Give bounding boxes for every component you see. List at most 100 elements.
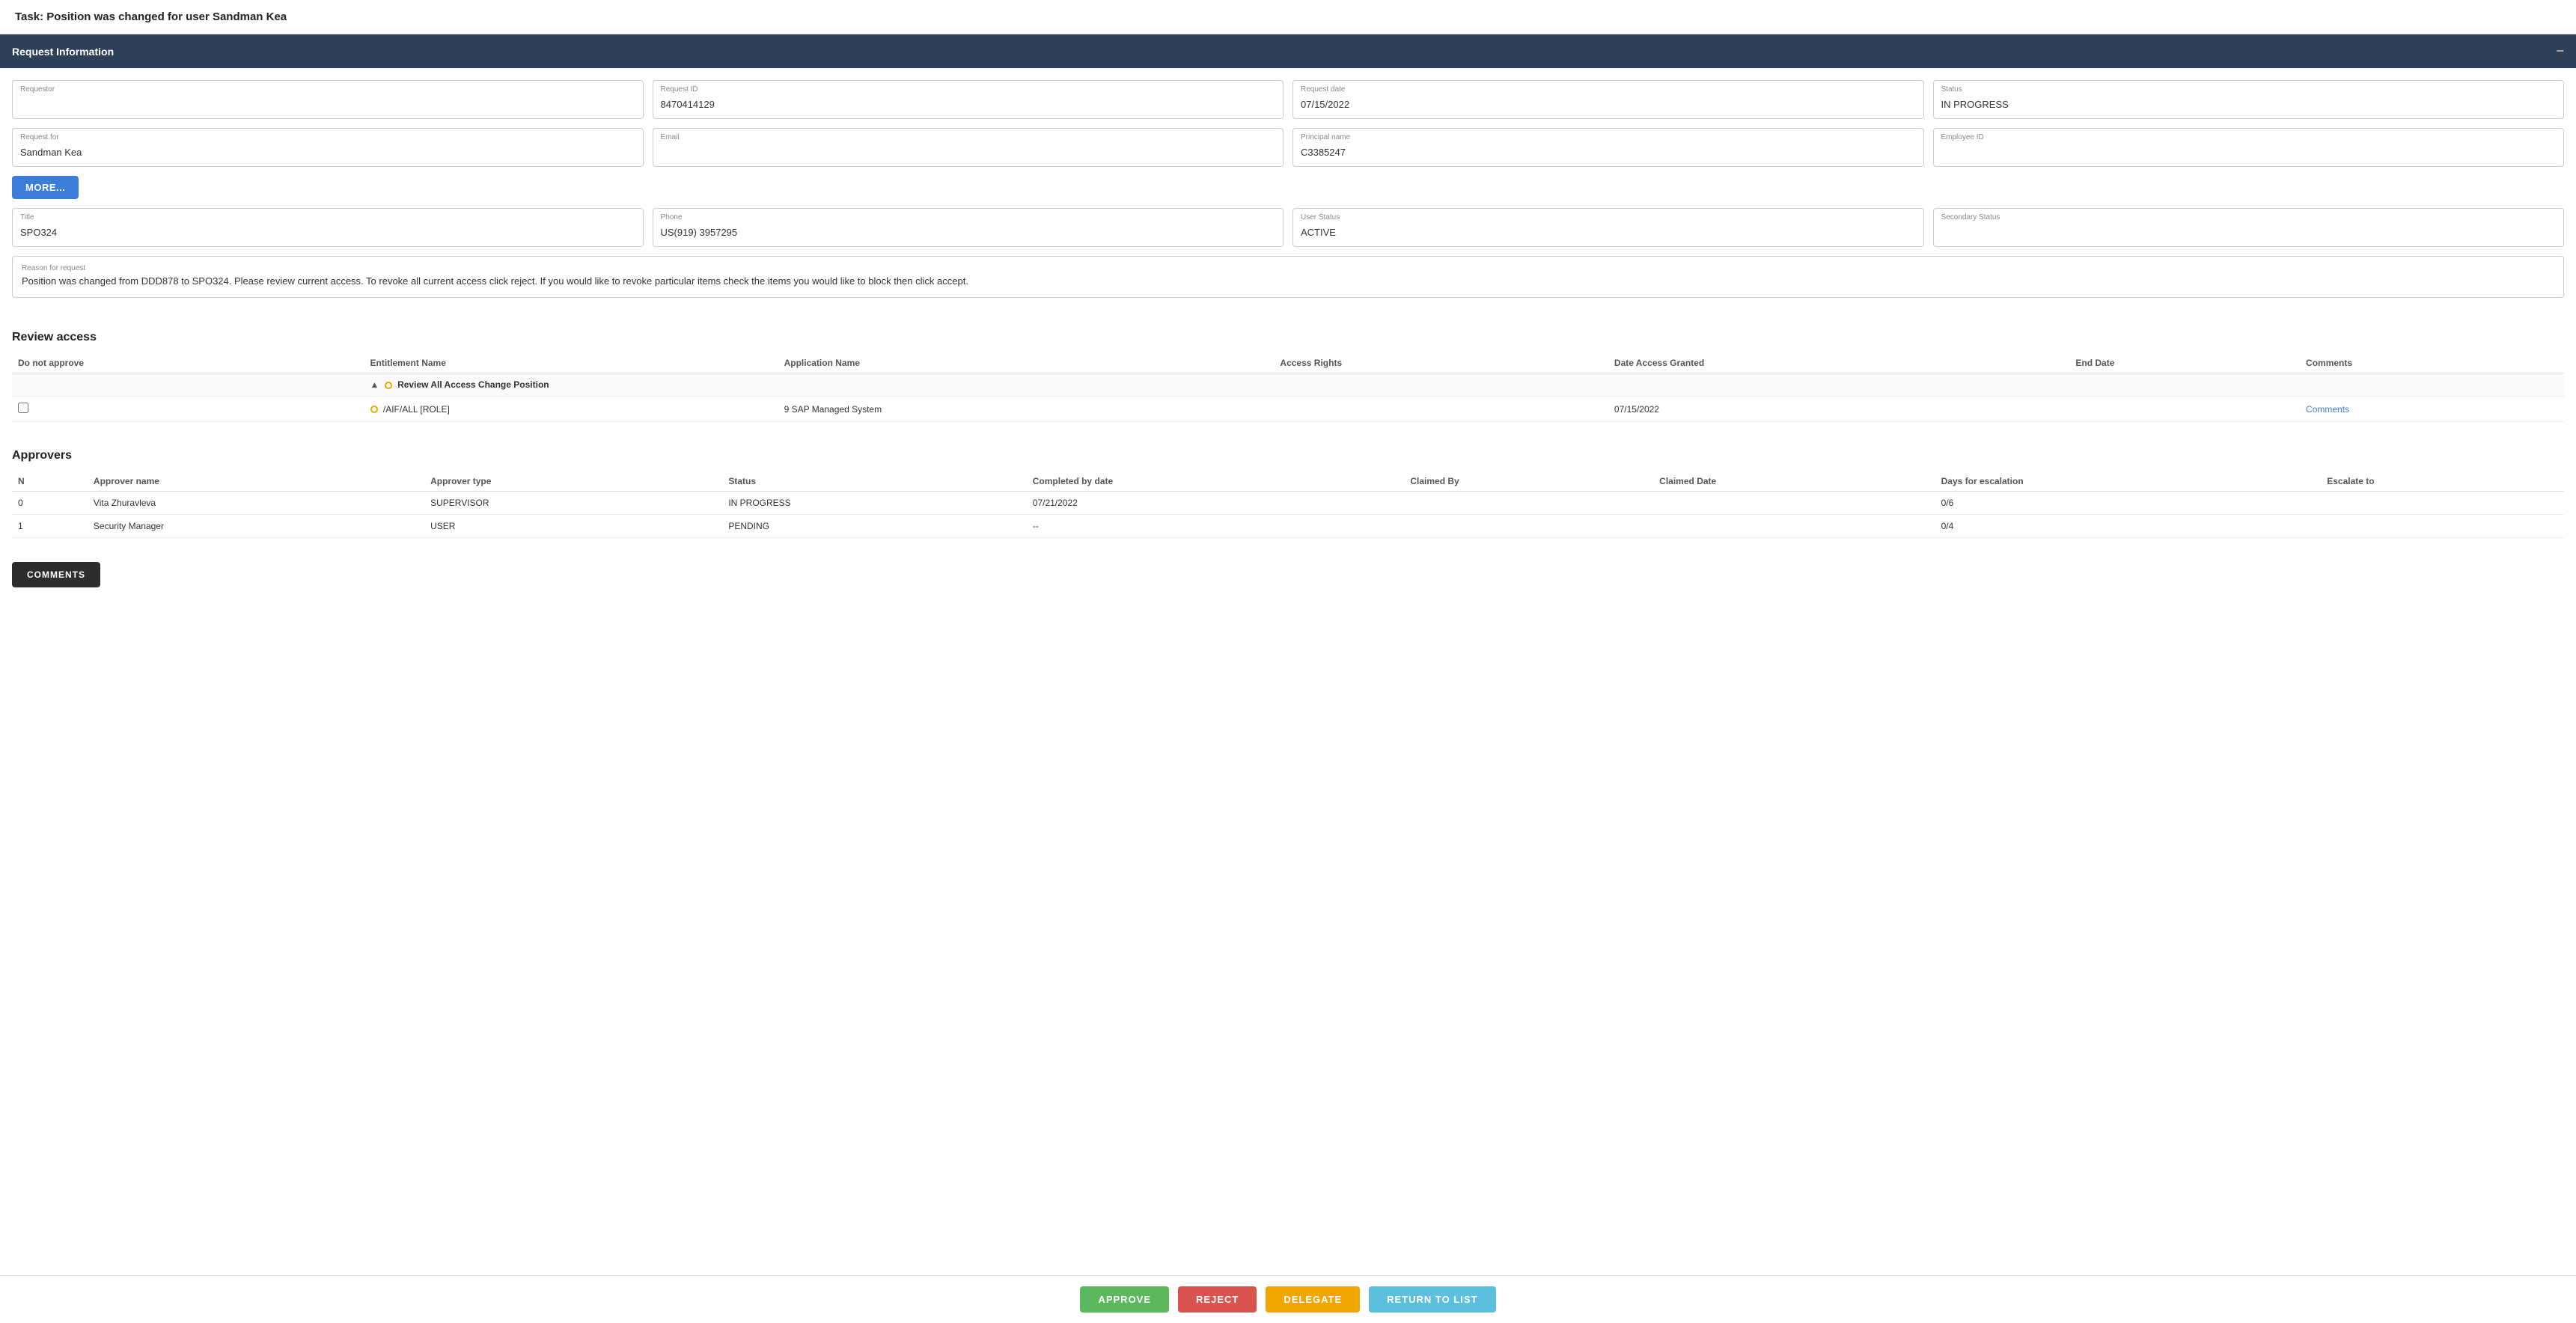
requestor-field: Requestor [12,80,644,119]
review-group-row: ▲ Review All Access Change Position [12,373,2564,397]
do-not-approve-cell[interactable] [12,397,364,422]
title-field: Title SPO324 [12,208,644,247]
phone-value: US(919) 3957295 [661,215,1276,238]
review-table-row: /AIF/ALL [ROLE] 9 SAP Managed System 07/… [12,397,2564,422]
email-field: Email [653,128,1284,167]
approvers-table: N Approver name Approver type Status Com… [12,471,2564,538]
request-info-header: Request Information − [0,34,2576,68]
group-status-dot [385,382,392,389]
col-claimed-by: Claimed By [1404,471,1653,492]
principal-name-value: C3385247 [1301,135,1916,158]
approver-row-0: 0 Vita Zhuravleva SUPERVISOR IN PROGRESS… [12,492,2564,515]
approver-n-0: 0 [12,492,88,515]
request-date-value: 07/15/2022 [1301,87,1916,110]
col-application-name: Application Name [778,353,1275,373]
col-escalate-to: Escalate to [2321,471,2564,492]
form-row-2: Request for Sandman Kea Email Principal … [12,128,2564,167]
col-access-rights: Access Rights [1274,353,1608,373]
row-comments-link[interactable]: Comments [2306,404,2349,415]
page-title: Task: Position was changed for user Sand… [0,0,2576,34]
page-wrapper: Task: Position was changed for user Sand… [0,0,2576,1323]
return-to-list-button[interactable]: RETURN TO LIST [1369,1286,1495,1313]
col-date-access-granted: Date Access Granted [1608,353,2069,373]
request-for-field: Request for Sandman Kea [12,128,644,167]
col-end-date: End Date [2069,353,2300,373]
request-date-label: Request date [1301,85,1346,94]
entitlement-name-value: /AIF/ALL [ROLE] [383,404,450,415]
approver-name-0: Vita Zhuravleva [88,492,424,515]
approve-button[interactable]: APPROVE [1080,1286,1169,1313]
approver-escalate-to-0 [2321,492,2564,515]
request-info-title: Request Information [12,46,114,58]
user-status-value: ACTIVE [1301,215,1916,238]
approver-row-1: 1 Security Manager USER PENDING -- 0/4 [12,515,2564,538]
principal-name-field: Principal name C3385247 [1292,128,1924,167]
col-completed-by-date: Completed by date [1027,471,1405,492]
reason-label: Reason for request [22,264,2554,272]
col-claimed-date: Claimed Date [1653,471,1935,492]
comments-link-cell[interactable]: Comments [2300,397,2564,422]
review-table-header-row: Do not approve Entitlement Name Applicat… [12,353,2564,373]
col-entitlement-name: Entitlement Name [364,353,778,373]
review-access-title: Review access [12,331,2564,344]
form-row-3: Title SPO324 Phone US(919) 3957295 User … [12,208,2564,247]
title-value: SPO324 [20,215,635,238]
request-for-label: Request for [20,133,59,141]
reason-value: Position was changed from DDD878 to SPO3… [22,275,2554,287]
principal-name-label: Principal name [1301,133,1350,141]
date-granted-cell: 07/15/2022 [1608,397,2069,422]
col-n: N [12,471,88,492]
comments-button[interactable]: COMMENTS [12,562,100,587]
entitlement-cell: /AIF/ALL [ROLE] [364,397,778,422]
approver-name-1: Security Manager [88,515,424,538]
user-status-field: User Status ACTIVE [1292,208,1924,247]
approver-type-0: SUPERVISOR [424,492,722,515]
form-row-1: Requestor Request ID 8470414129 Request … [12,80,2564,119]
do-not-approve-checkbox[interactable] [18,403,28,413]
delegate-button[interactable]: DELEGATE [1266,1286,1360,1313]
approver-claimed-date-1 [1653,515,1935,538]
approver-status-1: PENDING [722,515,1026,538]
status-value: IN PROGRESS [1941,87,2557,110]
phone-field: Phone US(919) 3957295 [653,208,1284,247]
more-button[interactable]: MORE... [12,176,79,199]
request-for-value: Sandman Kea [20,135,635,158]
request-id-label: Request ID [661,85,698,94]
email-label: Email [661,133,680,141]
secondary-status-value [1941,215,2557,227]
request-id-field: Request ID 8470414129 [653,80,1284,119]
approver-claimed-date-0 [1653,492,1935,515]
bottom-action-bar: APPROVE REJECT DELEGATE RETURN TO LIST [0,1275,2576,1323]
request-id-value: 8470414129 [661,87,1276,110]
approver-claimed-by-1 [1404,515,1653,538]
reason-field: Reason for request Position was changed … [12,256,2564,298]
col-approver-name: Approver name [88,471,424,492]
title-label: Title [20,213,34,221]
review-group-name: ▲ Review All Access Change Position [364,373,2564,397]
col-comments: Comments [2300,353,2564,373]
collapse-icon[interactable]: − [2556,43,2564,59]
review-table: Do not approve Entitlement Name Applicat… [12,353,2564,422]
approvers-section: Approvers N Approver name Approver type … [0,437,2576,550]
expand-arrow-icon[interactable]: ▲ [370,379,379,390]
form-section: Requestor Request ID 8470414129 Request … [0,68,2576,313]
approver-days-escalation-0: 0/6 [1935,492,2322,515]
employee-id-label: Employee ID [1941,133,1984,141]
request-date-field: Request date 07/15/2022 [1292,80,1924,119]
request-information-section: Request Information − Requestor Request … [0,34,2576,313]
employee-id-value [1941,135,2557,147]
email-value [661,135,1276,147]
status-field: Status IN PROGRESS [1933,80,2565,119]
end-date-cell [2069,397,2300,422]
reject-button[interactable]: REJECT [1178,1286,1257,1313]
user-status-label: User Status [1301,213,1340,221]
requestor-label: Requestor [20,85,55,94]
col-status: Status [722,471,1026,492]
approvers-title: Approvers [12,449,2564,462]
status-label: Status [1941,85,1962,94]
approver-n-1: 1 [12,515,88,538]
phone-label: Phone [661,213,683,221]
approver-days-escalation-1: 0/4 [1935,515,2322,538]
entitlement-status-dot [370,406,378,413]
review-access-section: Review access Do not approve Entitlement… [0,319,2576,434]
